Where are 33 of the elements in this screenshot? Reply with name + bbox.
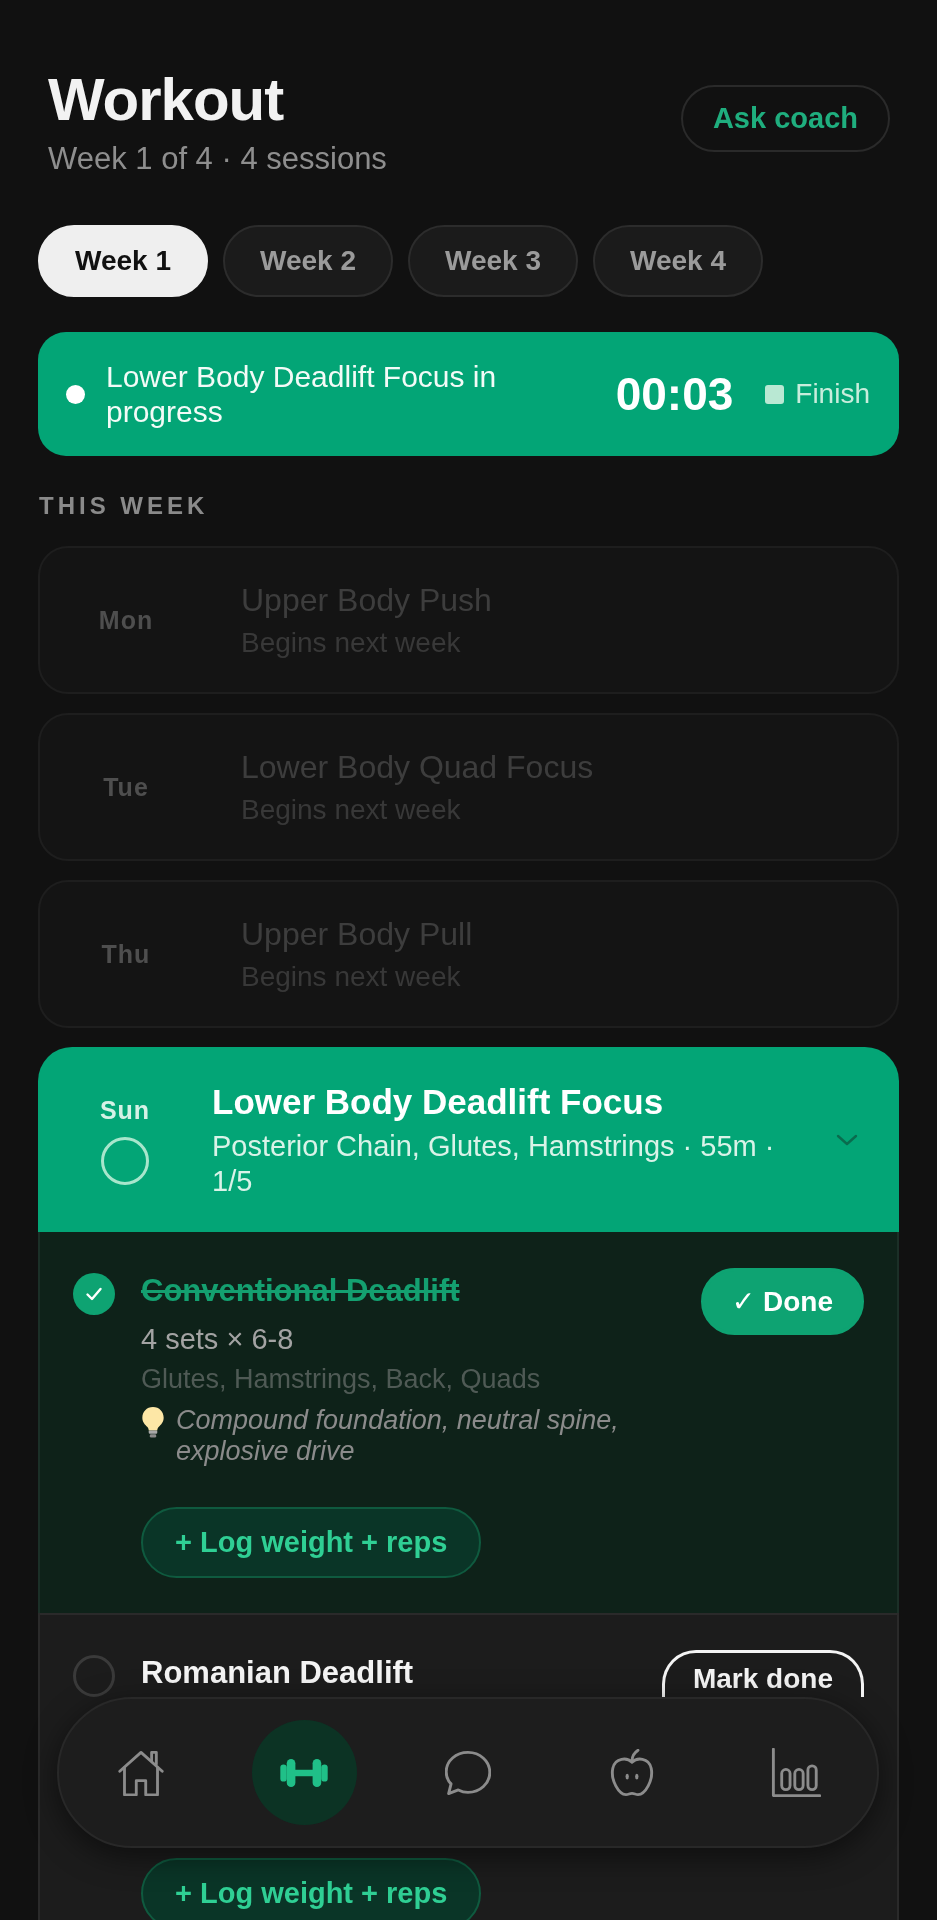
exercise-name: Conventional Deadlift [141, 1272, 461, 1310]
session-day: Thu [40, 939, 212, 969]
week-tab[interactable]: Week 1 [38, 225, 208, 297]
section-label: THIS WEEK [38, 492, 210, 520]
session-day: Sun [99, 1094, 151, 1125]
page-title: Workout [48, 70, 285, 130]
bar-chart-icon [770, 1747, 821, 1798]
ask-coach-button[interactable]: Ask coach [680, 85, 890, 152]
dumbbell-icon [279, 1758, 330, 1787]
done-button[interactable]: ✓ Done [700, 1268, 864, 1335]
active-session-banner[interactable]: Lower Body Deadlift Focus in progress 00:03 Finish [38, 332, 899, 456]
session-header[interactable]: Sun Lower Body Deadlift Focus Posterior Chain, Glutes, Hamstrings · 55m · 1/5 [38, 1047, 899, 1232]
session-details: Posterior Chain, Glutes, Hamstrings · 55m · 1/5 [212, 1128, 776, 1199]
apple-icon [609, 1748, 654, 1797]
banner-text: Lower Body Deadlift Focus in progress [106, 359, 498, 429]
exercise-sets: 4 sets × 6-8 [141, 1322, 295, 1357]
home-icon [117, 1749, 164, 1796]
log-weight-button[interactable]: + Log weight + reps [141, 1858, 482, 1920]
week-tab[interactable]: Week 3 [408, 225, 578, 297]
week-tab[interactable]: Week 2 [223, 225, 393, 297]
exercise-name: Romanian Deadlift [141, 1654, 415, 1692]
session-day: Mon [40, 605, 212, 635]
chat-bubble-icon [445, 1749, 491, 1796]
exercise-muscles: Glutes, Hamstrings, Back, Quads [141, 1363, 542, 1396]
week-tab[interactable]: Week 4 [593, 225, 763, 297]
log-weight-button[interactable]: + Log weight + reps [141, 1507, 482, 1578]
stop-icon [765, 384, 785, 404]
session-title: Lower Body Deadlift Focus [212, 1080, 665, 1123]
session-timer: 00:03 [615, 368, 734, 420]
lightbulb-icon [141, 1406, 165, 1438]
exercise-tip: Compound foundation, neutral spine, explosive drive [176, 1405, 620, 1467]
session-day: Tue [40, 772, 212, 802]
page-subtitle: Week 1 of 4 · 4 sessions [48, 140, 387, 178]
